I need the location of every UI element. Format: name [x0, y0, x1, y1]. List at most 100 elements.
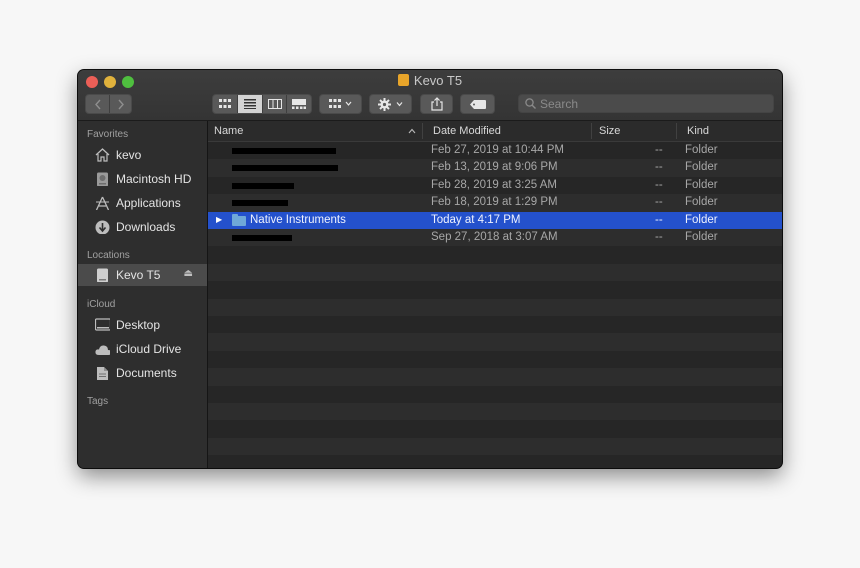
downloads-icon	[95, 220, 110, 234]
row-kind: Folder	[685, 231, 718, 243]
column-header: Name Date Modified Size Kind	[208, 121, 782, 142]
list-view-icon	[244, 99, 257, 109]
sidebar-item-label: kevo	[116, 148, 142, 162]
row-kind: Folder	[685, 196, 718, 209]
column-header-kind[interactable]: Kind	[687, 125, 709, 137]
empty-row	[208, 281, 782, 298]
sidebar-item-documents[interactable]: Documents	[78, 362, 207, 384]
redacted-name	[232, 148, 336, 154]
favorites-header: Favorites	[87, 129, 129, 140]
empty-row	[208, 420, 782, 437]
empty-row	[208, 437, 782, 456]
share-icon	[430, 97, 443, 111]
gallery-view-icon	[292, 99, 307, 109]
chevron-left-icon	[94, 99, 101, 109]
home-icon	[95, 148, 110, 162]
external-drive-icon	[97, 268, 108, 282]
empty-row	[208, 386, 782, 403]
sort-ascending-icon	[408, 128, 416, 134]
file-list: Name Date Modified Size Kind Feb 27, 201…	[208, 121, 782, 468]
tag-icon	[469, 99, 486, 109]
empty-row	[208, 246, 782, 263]
column-view-button[interactable]	[261, 95, 287, 113]
redacted-name	[232, 165, 338, 172]
column-header-date[interactable]: Date Modified	[433, 125, 501, 137]
redacted-name	[232, 200, 288, 207]
table-row[interactable]: Feb 18, 2019 at 1:29 PM -- Folder	[208, 194, 782, 212]
cloud-icon	[95, 345, 110, 355]
sidebar-item-label: Applications	[116, 196, 181, 210]
empty-row	[208, 455, 782, 468]
sidebar-item-desktop[interactable]: Desktop	[78, 314, 207, 336]
row-kind: Folder	[685, 161, 718, 174]
search-field[interactable]: Search	[518, 94, 774, 113]
titlebar: Kevo T5 Search	[78, 70, 782, 121]
action-button[interactable]	[369, 94, 412, 114]
row-kind: Folder	[685, 178, 718, 191]
folder-icon	[232, 213, 246, 226]
sidebar-item-label: Macintosh HD	[116, 172, 192, 186]
applications-icon	[95, 196, 110, 210]
tags-header: Tags	[87, 396, 109, 407]
sidebar-item-applications[interactable]: Applications	[78, 192, 207, 214]
window-title: Kevo T5	[78, 73, 782, 89]
sidebar-item-label: Desktop	[116, 318, 161, 332]
eject-icon[interactable]: ⏏	[184, 268, 193, 279]
sidebar-item-icloud-drive[interactable]: iCloud Drive	[78, 338, 207, 360]
sidebar-item-kevo-t5[interactable]: Kevo T5 ⏏	[78, 264, 207, 286]
sidebar-item-macintosh-hd[interactable]: Macintosh HD	[78, 168, 207, 190]
share-button[interactable]	[420, 94, 453, 114]
search-placeholder: Search	[540, 97, 579, 111]
sidebar-item-label: Documents	[116, 366, 177, 380]
sidebar-item-downloads[interactable]: Downloads	[78, 216, 207, 238]
search-icon	[525, 98, 536, 109]
column-view-icon	[267, 99, 282, 109]
table-row[interactable]: Sep 27, 2018 at 3:07 AM -- Folder	[208, 229, 782, 247]
table-row[interactable]: Feb 27, 2019 at 10:44 PM -- Folder	[208, 142, 782, 159]
row-size: --	[655, 231, 663, 243]
sidebar-item-label: Downloads	[116, 220, 176, 234]
row-size: --	[655, 196, 663, 209]
sidebar-item-label: Kevo T5	[116, 268, 161, 282]
empty-row	[208, 298, 782, 316]
sidebar-item-label: iCloud Drive	[116, 342, 182, 356]
row-date: Today at 4:17 PM	[431, 213, 521, 226]
table-row[interactable]: Feb 28, 2019 at 3:25 AM -- Folder	[208, 177, 782, 194]
disclosure-triangle-icon[interactable]: ▶	[216, 215, 222, 224]
row-kind: Folder	[685, 144, 718, 156]
row-size: --	[655, 144, 663, 156]
table-row[interactable]: Feb 13, 2019 at 9:06 PM -- Folder	[208, 159, 782, 177]
desktop-icon	[95, 318, 110, 331]
chevron-right-icon	[117, 99, 124, 109]
row-size: --	[655, 213, 663, 226]
empty-row	[208, 403, 782, 421]
column-header-name[interactable]: Name	[214, 125, 243, 137]
row-date: Feb 13, 2019 at 9:06 PM	[431, 161, 558, 174]
row-date: Sep 27, 2018 at 3:07 AM	[431, 231, 558, 243]
column-header-size[interactable]: Size	[599, 125, 620, 137]
gear-icon	[377, 97, 402, 111]
back-button[interactable]	[86, 95, 109, 113]
table-row[interactable]: ▶ Native Instruments Today at 4:17 PM -- Fol…	[208, 211, 782, 229]
icon-view-button[interactable]	[213, 95, 237, 113]
documents-icon	[97, 367, 108, 380]
row-name: Native Instruments	[250, 213, 346, 226]
view-mode-control	[212, 94, 312, 114]
forward-button[interactable]	[109, 95, 131, 113]
nav-buttons	[85, 94, 132, 114]
empty-row	[208, 368, 782, 386]
drive-icon	[397, 74, 409, 86]
group-button[interactable]	[319, 94, 362, 114]
gallery-view-button[interactable]	[286, 95, 311, 113]
empty-row	[208, 316, 782, 333]
sidebar-item-kevo[interactable]: kevo	[78, 144, 207, 166]
empty-row	[208, 351, 782, 368]
row-date: Feb 28, 2019 at 3:25 AM	[431, 178, 557, 191]
icon-view-icon	[219, 99, 232, 108]
redacted-name	[232, 235, 292, 241]
list-view-button[interactable]	[237, 95, 262, 113]
tag-button[interactable]	[460, 94, 495, 114]
row-size: --	[655, 178, 663, 191]
empty-row	[208, 263, 782, 282]
row-size: --	[655, 161, 663, 174]
